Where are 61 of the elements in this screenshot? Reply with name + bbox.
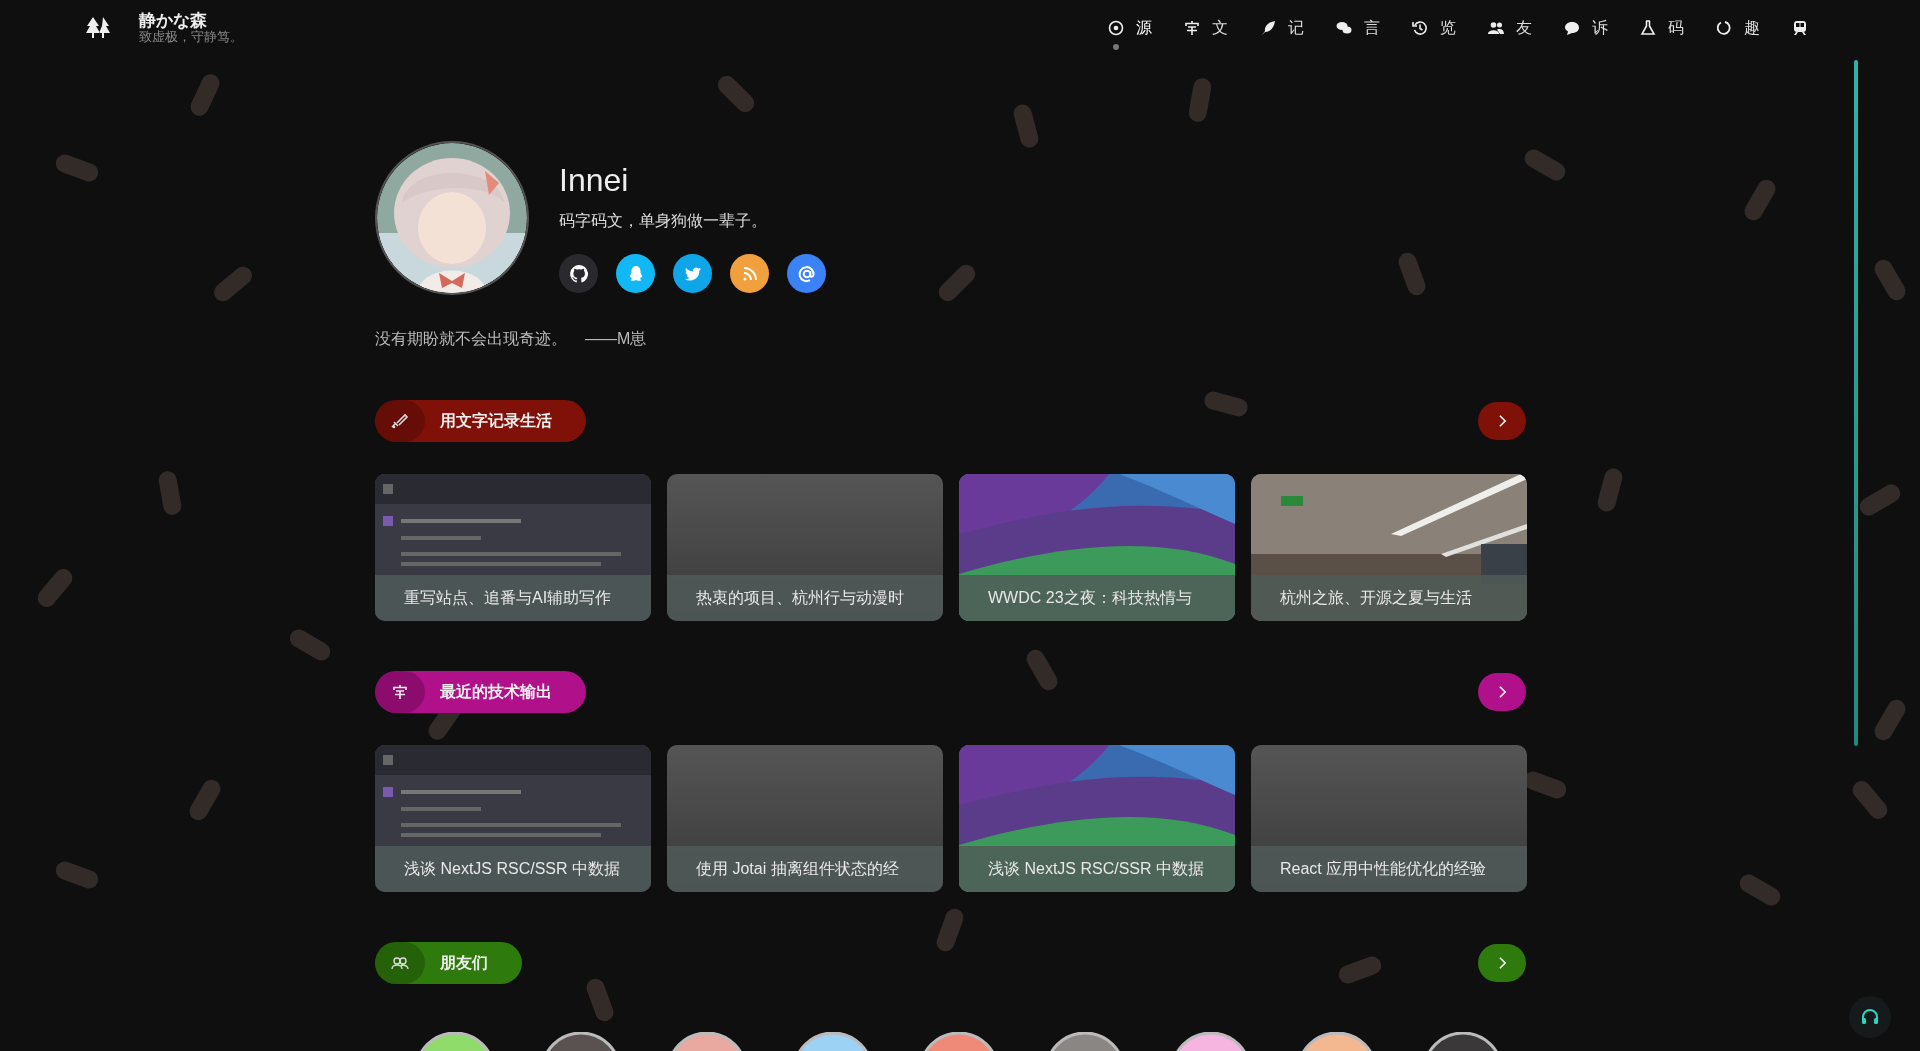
- bird-icon[interactable]: [673, 254, 712, 294]
- nav-link[interactable]: 码: [1640, 6, 1684, 50]
- post-card[interactable]: WWDC 23之夜：科技热情与: [959, 474, 1235, 621]
- target-icon: [1108, 20, 1124, 36]
- nav-link[interactable]: 记: [1260, 6, 1304, 50]
- github-icon[interactable]: [559, 254, 598, 294]
- chevron-right-icon: [1497, 414, 1507, 428]
- post-title: 热衷的项目、杭州行与动漫时: [696, 587, 904, 608]
- quote-text: 没有期盼就不会出现奇迹。: [375, 329, 567, 349]
- pen-icon: [391, 413, 409, 429]
- train-icon: [1792, 20, 1808, 36]
- post-title: 浅谈 NextJS RSC/SSR 中数据: [988, 858, 1205, 879]
- post-title: 重写站点、追番与AI辅助写作: [404, 587, 612, 608]
- roof-icon: [392, 684, 408, 700]
- chevron-right-icon: [1497, 956, 1507, 970]
- ring-icon: [1716, 20, 1732, 36]
- post-title: 浅谈 NextJS RSC/SSR 中数据: [404, 858, 621, 879]
- nav-link[interactable]: 诉: [1564, 6, 1608, 50]
- section-title-pill: 用文字记录生活: [375, 400, 586, 442]
- section-title-pill: 朋友们: [375, 942, 522, 984]
- nav-link[interactable]: 友: [1488, 6, 1532, 50]
- section-title-pill: 最近的技术输出: [375, 671, 586, 713]
- scrollbar[interactable]: [1854, 60, 1858, 746]
- post-card[interactable]: React 应用中性能优化的经验: [1251, 745, 1527, 892]
- post-card[interactable]: 使用 Jotai 抽离组件状态的经: [667, 745, 943, 892]
- headphones-button[interactable]: [1849, 996, 1891, 1038]
- rss-icon[interactable]: [730, 254, 769, 294]
- history-icon: [1412, 20, 1428, 36]
- post-title: WWDC 23之夜：科技热情与: [988, 587, 1192, 608]
- post-card[interactable]: 杭州之旅、开源之夏与生活: [1251, 474, 1527, 621]
- post-card[interactable]: 浅谈 NextJS RSC/SSR 中数据: [375, 745, 651, 892]
- site-subtitle: 致虚极，守静笃。: [139, 30, 243, 46]
- bubble-icon: [1564, 20, 1580, 36]
- at-sign-icon[interactable]: [787, 254, 826, 294]
- trees-icon[interactable]: [85, 16, 111, 40]
- next-button[interactable]: [1478, 673, 1526, 711]
- site-title[interactable]: 静かな森: [139, 10, 243, 31]
- chevron-right-icon: [1497, 685, 1507, 699]
- nav-link[interactable]: 览: [1412, 6, 1456, 50]
- post-title: 使用 Jotai 抽离组件状态的经: [696, 858, 899, 879]
- feather-icon: [1260, 20, 1276, 36]
- nav-link[interactable]: 言: [1336, 6, 1380, 50]
- nav-link[interactable]: 文: [1184, 6, 1228, 50]
- flask-icon: [1640, 20, 1656, 36]
- post-card[interactable]: 重写站点、追番与AI辅助写作: [375, 474, 651, 621]
- users-icon: [1488, 20, 1504, 36]
- post-title: 杭州之旅、开源之夏与生活: [1280, 587, 1472, 608]
- next-button[interactable]: [1478, 944, 1526, 982]
- chat-icon: [1336, 20, 1352, 36]
- penguin-icon[interactable]: [616, 254, 655, 294]
- headphones-icon: [1860, 1007, 1880, 1027]
- quote-author: ——M崽: [585, 329, 647, 349]
- users-icon: [391, 956, 409, 970]
- post-card[interactable]: 热衷的项目、杭州行与动漫时: [667, 474, 943, 621]
- nav-link[interactable]: 源: [1108, 6, 1152, 50]
- roof-icon: [1184, 20, 1200, 36]
- profile-bio: 码字码文，单身狗做一辈子。: [559, 211, 768, 232]
- post-card[interactable]: 浅谈 NextJS RSC/SSR 中数据: [959, 745, 1235, 892]
- profile-name: Innei: [559, 161, 630, 200]
- post-title: React 应用中性能优化的经验: [1280, 858, 1487, 879]
- nav-link[interactable]: 趣: [1716, 6, 1760, 50]
